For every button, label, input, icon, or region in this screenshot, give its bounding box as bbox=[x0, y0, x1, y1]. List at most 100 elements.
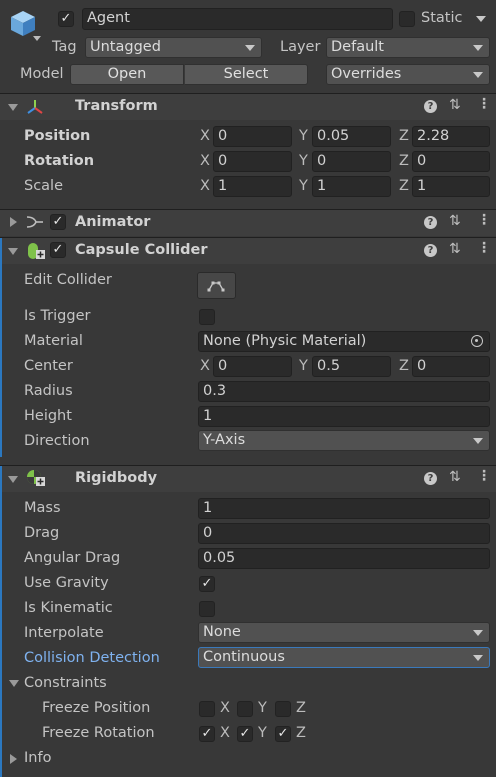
info-label[interactable]: Info bbox=[24, 750, 51, 766]
freeze-position-y-checkbox[interactable] bbox=[237, 701, 253, 717]
use-gravity-checkbox[interactable]: ✓ bbox=[199, 576, 215, 592]
mass-field[interactable]: 1 bbox=[198, 498, 490, 519]
position-y-label[interactable]: Y bbox=[299, 128, 308, 144]
freeze-position-x-checkbox[interactable] bbox=[199, 701, 215, 717]
center-z-field[interactable]: 0 bbox=[412, 356, 490, 377]
capsule-enabled-checkbox[interactable]: ✓ bbox=[50, 242, 66, 258]
center-label: Center bbox=[24, 358, 73, 374]
freeze-rotation-y-label: Y bbox=[258, 725, 267, 741]
modified-indicator bbox=[0, 238, 2, 457]
mass-label: Mass bbox=[24, 500, 61, 516]
is-kinematic-checkbox[interactable] bbox=[199, 601, 215, 617]
edit-collider-button[interactable] bbox=[197, 272, 236, 299]
height-field[interactable]: 1 bbox=[198, 406, 490, 427]
scale-label: Scale bbox=[24, 178, 64, 194]
freeze-rotation-y-checkbox[interactable]: ✓ bbox=[237, 726, 253, 742]
help-icon[interactable]: ? bbox=[424, 244, 437, 257]
rotation-y-field[interactable]: 0 bbox=[312, 151, 391, 172]
use-gravity-label: Use Gravity bbox=[24, 575, 109, 591]
context-menu-icon[interactable]: ⋮ bbox=[477, 212, 491, 228]
help-icon[interactable]: ? bbox=[424, 100, 437, 113]
presets-icon[interactable]: ⇅ bbox=[449, 213, 461, 229]
center-y-field[interactable]: 0.5 bbox=[312, 356, 391, 377]
scale-y-field[interactable]: 1 bbox=[312, 176, 391, 197]
constraints-label[interactable]: Constraints bbox=[24, 675, 107, 691]
help-icon[interactable]: ? bbox=[424, 472, 437, 485]
scale-x-field[interactable]: 1 bbox=[213, 176, 292, 197]
rotation-z-field[interactable]: 0 bbox=[412, 151, 490, 172]
model-open-button[interactable]: Open bbox=[70, 64, 184, 85]
scale-x-label[interactable]: X bbox=[200, 178, 210, 194]
is-kinematic-label: Is Kinematic bbox=[24, 600, 113, 616]
icon-dropdown-arrow-icon[interactable] bbox=[33, 36, 41, 41]
rotation-x-field[interactable]: 0 bbox=[213, 151, 292, 172]
rigidbody-foldout-icon[interactable] bbox=[8, 476, 18, 483]
position-x-label[interactable]: X bbox=[200, 128, 210, 144]
material-field[interactable]: None (Physic Material) bbox=[198, 331, 490, 352]
rotation-label: Rotation bbox=[24, 153, 95, 169]
freeze-rotation-x-checkbox[interactable]: ✓ bbox=[199, 726, 215, 742]
static-checkbox[interactable] bbox=[399, 11, 415, 27]
rotation-y-label[interactable]: Y bbox=[299, 153, 308, 169]
presets-icon[interactable]: ⇅ bbox=[449, 97, 461, 113]
gameobject-icon[interactable] bbox=[8, 8, 38, 38]
static-dropdown-arrow-icon[interactable] bbox=[476, 16, 486, 22]
capsule-foldout-icon[interactable] bbox=[8, 248, 18, 255]
rotation-z-label[interactable]: Z bbox=[399, 153, 409, 169]
layer-label: Layer bbox=[280, 39, 321, 55]
model-select-button[interactable]: Select bbox=[184, 64, 308, 85]
context-menu-icon[interactable]: ⋮ bbox=[477, 96, 491, 112]
interpolate-dropdown[interactable]: None bbox=[198, 622, 490, 643]
position-y-field[interactable]: 0.05 bbox=[312, 126, 391, 147]
overrides-label: Overrides bbox=[331, 66, 402, 82]
help-icon[interactable]: ? bbox=[424, 216, 437, 229]
center-y-label[interactable]: Y bbox=[299, 358, 308, 374]
transform-title: Transform bbox=[75, 98, 158, 114]
radius-field[interactable]: 0.3 bbox=[198, 381, 490, 402]
animator-foldout-icon[interactable] bbox=[10, 217, 17, 227]
position-z-label[interactable]: Z bbox=[399, 128, 409, 144]
transform-icon bbox=[26, 98, 44, 116]
scale-z-label[interactable]: Z bbox=[399, 178, 409, 194]
radius-label: Radius bbox=[24, 383, 73, 399]
chevron-down-icon bbox=[473, 630, 483, 636]
position-z-field[interactable]: 2.28 bbox=[412, 126, 490, 147]
collision-detection-dropdown[interactable]: Continuous bbox=[198, 647, 490, 668]
drag-field[interactable]: 0 bbox=[198, 523, 490, 544]
layer-dropdown[interactable]: Default bbox=[326, 37, 490, 58]
tag-dropdown[interactable]: Untagged bbox=[85, 37, 262, 58]
edit-collider-icon bbox=[207, 281, 225, 292]
rotation-x-label[interactable]: X bbox=[200, 153, 210, 169]
direction-dropdown[interactable]: Y-Axis bbox=[198, 430, 490, 451]
center-x-field[interactable]: 0 bbox=[213, 356, 292, 377]
presets-icon[interactable]: ⇅ bbox=[449, 469, 461, 485]
info-foldout-icon[interactable] bbox=[10, 754, 17, 764]
chevron-down-icon bbox=[473, 45, 483, 51]
angular-drag-label: Angular Drag bbox=[24, 550, 121, 566]
position-x-field[interactable]: 0 bbox=[213, 126, 292, 147]
presets-icon[interactable]: ⇅ bbox=[449, 241, 461, 257]
object-name-field[interactable]: Agent bbox=[82, 8, 393, 30]
freeze-position-z-checkbox[interactable] bbox=[275, 701, 291, 717]
scale-y-label[interactable]: Y bbox=[299, 178, 308, 194]
scale-z-field[interactable]: 1 bbox=[412, 176, 490, 197]
context-menu-icon[interactable]: ⋮ bbox=[477, 468, 491, 484]
center-x-label[interactable]: X bbox=[200, 358, 210, 374]
overrides-dropdown[interactable]: Overrides bbox=[326, 64, 490, 85]
freeze-position-label: Freeze Position bbox=[42, 700, 151, 716]
is-trigger-checkbox[interactable] bbox=[199, 309, 215, 325]
center-z-label[interactable]: Z bbox=[399, 358, 409, 374]
context-menu-icon[interactable]: ⋮ bbox=[477, 240, 491, 256]
freeze-rotation-z-checkbox[interactable]: ✓ bbox=[275, 726, 291, 742]
transform-foldout-icon[interactable] bbox=[8, 104, 18, 111]
angular-drag-field[interactable]: 0.05 bbox=[198, 548, 490, 569]
direction-value: Y-Axis bbox=[203, 432, 246, 448]
constraints-foldout-icon[interactable] bbox=[9, 680, 19, 687]
animator-enabled-checkbox[interactable]: ✓ bbox=[50, 214, 66, 230]
object-picker-icon[interactable] bbox=[471, 335, 483, 347]
is-trigger-label: Is Trigger bbox=[24, 308, 91, 324]
animator-title: Animator bbox=[75, 214, 151, 230]
layer-value: Default bbox=[331, 39, 384, 55]
active-checkbox[interactable]: ✓ bbox=[58, 11, 74, 27]
material-label: Material bbox=[24, 333, 83, 349]
